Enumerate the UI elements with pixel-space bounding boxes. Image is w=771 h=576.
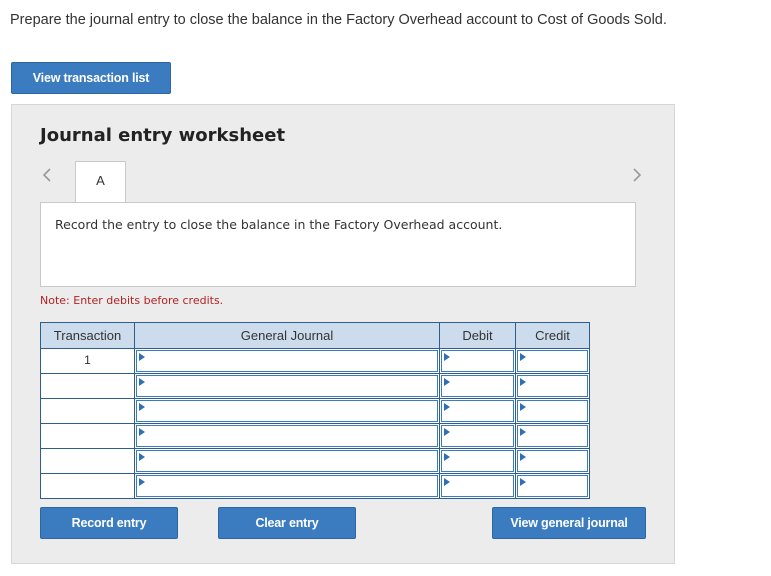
debit-input[interactable]	[439, 473, 516, 499]
column-header-general-journal: General Journal	[134, 322, 440, 349]
table-row	[40, 423, 590, 449]
dropdown-triangle-icon	[520, 478, 526, 486]
journal-entry-worksheet-panel: Journal entry worksheet A Record the ent…	[11, 104, 675, 564]
credit-field[interactable]	[517, 350, 588, 372]
debit-input[interactable]	[439, 373, 516, 399]
table-header-row: Transaction General Journal Debit Credit	[40, 322, 590, 349]
account-input[interactable]	[134, 448, 440, 474]
credit-input[interactable]	[515, 423, 590, 449]
table-row	[40, 373, 590, 399]
credit-field[interactable]	[517, 475, 588, 497]
account-input[interactable]	[134, 398, 440, 424]
dropdown-triangle-icon	[139, 428, 145, 436]
account-input[interactable]	[134, 423, 440, 449]
dropdown-triangle-icon	[520, 453, 526, 461]
view-general-journal-button[interactable]: View general journal	[492, 507, 646, 539]
dropdown-triangle-icon	[444, 478, 450, 486]
account-field[interactable]	[136, 375, 438, 397]
debit-field[interactable]	[441, 350, 514, 372]
account-field[interactable]	[136, 425, 438, 447]
account-field[interactable]	[136, 350, 438, 372]
dropdown-triangle-icon	[520, 378, 526, 386]
chevron-right-icon[interactable]	[630, 167, 644, 183]
table-row	[40, 398, 590, 424]
table-row	[40, 448, 590, 474]
debit-input[interactable]	[439, 423, 516, 449]
dropdown-triangle-icon	[444, 428, 450, 436]
account-field[interactable]	[136, 450, 438, 472]
clear-entry-button[interactable]: Clear entry	[218, 507, 356, 539]
debit-field[interactable]	[441, 375, 514, 397]
note-text: Note: Enter debits before credits.	[40, 294, 224, 307]
dropdown-triangle-icon	[444, 403, 450, 411]
table-row: 1	[40, 348, 590, 374]
dropdown-triangle-icon	[520, 428, 526, 436]
instruction-text: Prepare the journal entry to close the b…	[10, 12, 667, 28]
dropdown-triangle-icon	[139, 378, 145, 386]
tab-label: A	[96, 173, 105, 188]
credit-input[interactable]	[515, 448, 590, 474]
dropdown-triangle-icon	[139, 353, 145, 361]
dropdown-triangle-icon	[444, 453, 450, 461]
chevron-left-icon[interactable]	[40, 167, 54, 183]
debit-input[interactable]	[439, 348, 516, 374]
debit-field[interactable]	[441, 400, 514, 422]
dropdown-triangle-icon	[520, 403, 526, 411]
transaction-cell	[40, 373, 135, 399]
transaction-cell	[40, 448, 135, 474]
credit-input[interactable]	[515, 398, 590, 424]
debit-input[interactable]	[439, 398, 516, 424]
table-row	[40, 473, 590, 499]
tab-a[interactable]: A	[75, 161, 126, 203]
credit-field[interactable]	[517, 425, 588, 447]
account-input[interactable]	[134, 473, 440, 499]
dropdown-triangle-icon	[139, 478, 145, 486]
credit-field[interactable]	[517, 450, 588, 472]
transaction-cell	[40, 398, 135, 424]
dropdown-triangle-icon	[444, 353, 450, 361]
credit-input[interactable]	[515, 348, 590, 374]
column-header-credit: Credit	[515, 322, 590, 349]
dropdown-triangle-icon	[139, 403, 145, 411]
credit-field[interactable]	[517, 375, 588, 397]
debit-input[interactable]	[439, 448, 516, 474]
column-header-transaction: Transaction	[40, 322, 135, 349]
account-field[interactable]	[136, 475, 438, 497]
dropdown-triangle-icon	[444, 378, 450, 386]
transaction-cell: 1	[40, 348, 135, 374]
transaction-cell	[40, 423, 135, 449]
debit-field[interactable]	[441, 450, 514, 472]
credit-field[interactable]	[517, 400, 588, 422]
account-input[interactable]	[134, 373, 440, 399]
worksheet-title: Journal entry worksheet	[40, 125, 286, 146]
dropdown-triangle-icon	[139, 453, 145, 461]
debit-field[interactable]	[441, 425, 514, 447]
credit-input[interactable]	[515, 373, 590, 399]
account-input[interactable]	[134, 348, 440, 374]
journal-table: Transaction General Journal Debit Credit…	[40, 322, 590, 499]
credit-input[interactable]	[515, 473, 590, 499]
description-box: Record the entry to close the balance in…	[40, 202, 636, 287]
view-transaction-list-button[interactable]: View transaction list	[11, 62, 171, 94]
account-field[interactable]	[136, 400, 438, 422]
record-entry-button[interactable]: Record entry	[40, 507, 178, 539]
description-text: Record the entry to close the balance in…	[55, 217, 503, 232]
dropdown-triangle-icon	[520, 353, 526, 361]
debit-field[interactable]	[441, 475, 514, 497]
transaction-cell	[40, 473, 135, 499]
column-header-debit: Debit	[439, 322, 516, 349]
